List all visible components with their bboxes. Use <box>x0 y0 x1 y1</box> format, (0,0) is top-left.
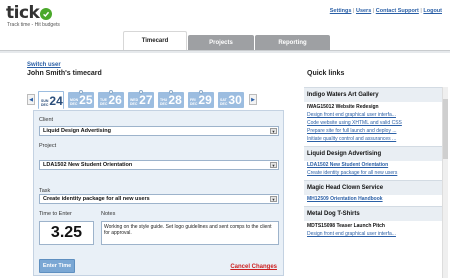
entry-dot-icon <box>169 90 173 94</box>
quick-links-client: Liquid Design Advertising <box>304 146 444 161</box>
separator: | <box>353 8 355 14</box>
tab-projects[interactable]: Projects <box>188 35 254 50</box>
day-number: 29 <box>198 93 212 107</box>
arrow-right-icon[interactable]: ▶ <box>249 94 257 105</box>
separator: | <box>420 8 422 14</box>
chevron-down-icon: ▼ <box>270 196 277 202</box>
day-month: DEC <box>220 101 228 106</box>
notes-label: Notes <box>101 211 116 217</box>
day-number: 24 <box>49 94 63 108</box>
quick-links-client: Indigo Waters Art Gallery <box>304 87 444 102</box>
tab-bar-line <box>0 50 450 53</box>
contact-support-link[interactable]: Contact Support <box>376 8 419 14</box>
logo[interactable]: tick Track time - Hit budgets <box>6 3 60 28</box>
settings-link[interactable]: Settings <box>330 8 352 14</box>
quick-link-task[interactable]: Create identity package for all new user… <box>304 169 444 177</box>
quick-links-title: Quick links <box>307 70 345 77</box>
day-selector: ◀ SUN DEC 24 MON DEC 25 TUE DEC 26 WED DEC 2… <box>27 90 290 110</box>
day-tab-sat[interactable]: SAT DEC 30 <box>218 92 244 108</box>
top-links: Settings | Users | Contact Support | Log… <box>330 8 442 14</box>
time-input[interactable]: 3.25 <box>39 221 94 245</box>
logout-link[interactable]: Logout <box>423 8 442 14</box>
day-number: 26 <box>108 93 122 107</box>
quick-link-task[interactable]: Prepare site for full launch and deploy … <box>304 127 444 135</box>
quick-links-project: MDTS15098 Teaser Launch Pitch <box>307 223 385 229</box>
day-tab-mon[interactable]: MON DEC 25 <box>68 90 94 108</box>
separator: | <box>372 8 375 14</box>
logo-wordmark: tick <box>6 3 60 23</box>
main-tabs: Timecard Projects Reporting <box>123 31 330 50</box>
chevron-down-icon: ▼ <box>270 128 277 134</box>
quick-links-list: Indigo Waters Art Gallery IWAG15012 Webs… <box>304 87 444 278</box>
day-number: 30 <box>228 93 242 107</box>
scrollbar-thumb[interactable] <box>443 99 448 159</box>
quick-links-client: Magic Head Clown Service <box>304 180 444 195</box>
quick-link-project[interactable]: LDA1502 New Student Orientation <box>304 161 444 169</box>
logo-text: tick <box>6 3 40 23</box>
day-month: DEC <box>70 101 78 106</box>
day-tab-tue[interactable]: TUE DEC 26 <box>98 90 124 108</box>
quick-links-project: IWAG15012 Website Redesign <box>307 104 379 110</box>
day-month: DEC <box>160 101 168 106</box>
quick-links-scrollbar[interactable] <box>442 87 448 278</box>
entry-dot-icon <box>79 90 83 94</box>
day-tab-sun[interactable]: SUN DEC 24 <box>38 91 64 109</box>
task-select-value: Create identity package for all new user… <box>43 196 150 202</box>
arrow-left-icon[interactable]: ◀ <box>27 94 35 105</box>
client-select-value: Liquid Design Advertising <box>43 128 111 134</box>
quick-links-group: Magic Head Clown Service MH12509 Orienta… <box>304 180 444 203</box>
quick-link-task[interactable]: Code website using XHTML and valid CSS <box>304 119 444 127</box>
day-number: 27 <box>139 93 153 107</box>
users-link[interactable]: Users <box>356 8 371 14</box>
day-tab-thu[interactable]: THU DEC 28 <box>158 90 184 108</box>
quick-link-task[interactable]: Design front end graphical user interfa.… <box>304 111 444 119</box>
time-entry-form: Client Liquid Design Advertising ▼ Proje… <box>33 110 284 276</box>
day-tab-fri[interactable]: FRI DEC 29 <box>188 90 214 108</box>
tab-timecard[interactable]: Timecard <box>123 31 187 50</box>
chevron-down-icon: ▼ <box>270 162 277 168</box>
quick-links-group: Metal Dog T-Shirts MDTS15098 Teaser Laun… <box>304 206 444 238</box>
cancel-changes-link[interactable]: Cancel Changes <box>230 264 277 270</box>
project-label: Project <box>39 143 57 149</box>
day-month: DEC <box>100 101 108 106</box>
entry-dot-icon <box>109 90 113 94</box>
day-month: DEC <box>41 102 49 107</box>
quick-link-task[interactable]: Design front end graphical user interfa.… <box>304 230 444 238</box>
logo-tagline: Track time - Hit budgets <box>7 22 60 28</box>
day-number: 28 <box>168 93 182 107</box>
client-select[interactable]: Liquid Design Advertising ▼ <box>39 126 279 136</box>
day-tab-wed[interactable]: WED DEC 27 <box>128 90 154 108</box>
day-number: 25 <box>79 93 93 107</box>
checkmark-icon <box>40 8 53 20</box>
page-title: John Smith's timecard <box>27 70 102 77</box>
quick-links-group: Indigo Waters Art Gallery IWAG15012 Webs… <box>304 87 444 143</box>
time-label: Time to Enter <box>39 211 72 217</box>
switch-user-link[interactable]: Switch user <box>27 62 61 68</box>
tab-reporting[interactable]: Reporting <box>255 35 330 50</box>
notes-textarea[interactable]: Working on the style guide. Set logo gui… <box>101 221 279 245</box>
day-month: DEC <box>190 101 198 106</box>
quick-link-task[interactable]: Initiate quality control and assurances … <box>304 135 444 143</box>
quick-link-project[interactable]: MH12509 Orientation Handbook <box>304 195 444 203</box>
quick-links-client: Metal Dog T-Shirts <box>304 206 444 221</box>
day-month: DEC <box>130 101 138 106</box>
task-select[interactable]: Create identity package for all new user… <box>39 194 279 204</box>
enter-time-button[interactable]: Enter Time <box>39 259 75 273</box>
client-label: Client <box>39 117 54 123</box>
project-select[interactable]: LDA1502 New Student Orientation ▼ <box>39 160 279 170</box>
entry-dot-icon <box>199 90 203 94</box>
quick-links-group: Liquid Design Advertising LDA1502 New St… <box>304 146 444 177</box>
project-select-value: LDA1502 New Student Orientation <box>43 162 133 168</box>
entry-dot-icon <box>139 90 143 94</box>
